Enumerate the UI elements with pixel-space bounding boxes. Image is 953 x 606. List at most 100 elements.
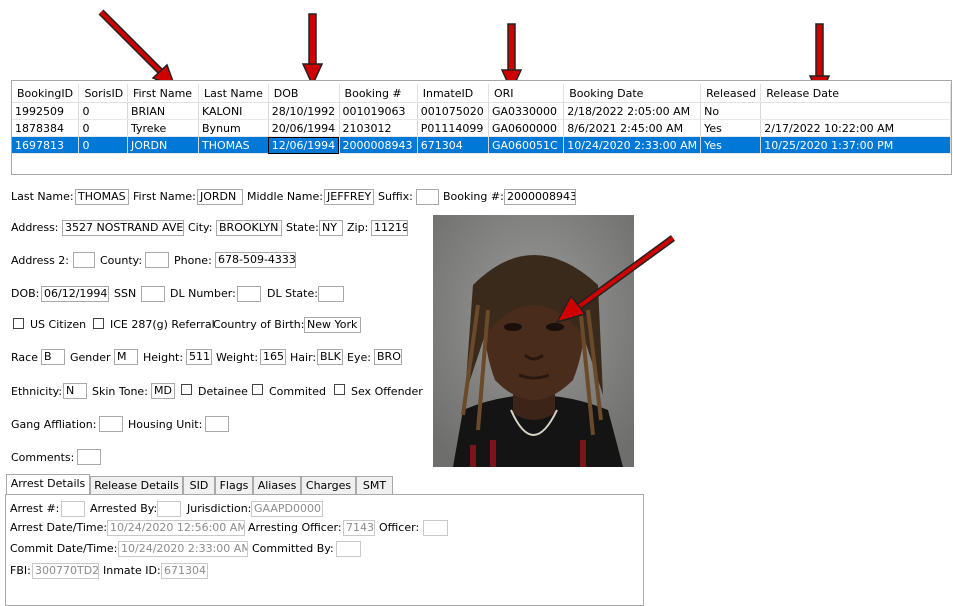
phone-field[interactable]: 678-509-4333	[215, 252, 296, 268]
table-cell[interactable]: GA060051C	[488, 136, 565, 154]
table-cell[interactable]: JORDN	[127, 136, 200, 154]
dl-number-field[interactable]	[237, 286, 261, 302]
table-cell[interactable]: 2103012	[339, 119, 418, 137]
address-field[interactable]: 3527 NOSTRAND AVE	[62, 220, 184, 236]
column-header[interactable]: Last Name	[198, 84, 269, 103]
table-cell[interactable]: 1878384	[12, 119, 80, 137]
commited-checkbox[interactable]	[252, 384, 263, 395]
inmate-id-field[interactable]: 671304	[161, 563, 208, 579]
table-cell[interactable]: 671304	[417, 136, 489, 154]
table-cell[interactable]: No	[700, 102, 762, 120]
table-cell[interactable]: 001019063	[339, 102, 418, 120]
booking-grid[interactable]: BookingID SorisID First Name Last Name DOB Bo…	[11, 80, 952, 175]
city-field[interactable]: BROOKLYN	[216, 220, 282, 236]
table-cell[interactable]: Yes	[700, 119, 762, 137]
table-cell[interactable]: P01114099	[417, 119, 489, 137]
table-cell[interactable]: 28/10/1992	[268, 102, 340, 120]
booking-number-field[interactable]: 2000008943	[504, 189, 576, 205]
tab-release-details[interactable]: Release Details	[90, 476, 183, 494]
table-cell[interactable]: 2/17/2022 10:22:00 AM	[760, 119, 951, 137]
table-cell[interactable]: Bynum	[198, 119, 269, 137]
tab-charges[interactable]: Charges	[301, 476, 356, 494]
ethnicity-field[interactable]: N	[63, 383, 87, 399]
ssn-field[interactable]	[141, 286, 165, 302]
committed-by-field[interactable]	[336, 541, 361, 557]
column-header[interactable]: InmateID	[417, 84, 489, 103]
column-header[interactable]: BookingID	[12, 84, 80, 103]
gang-affiliation-field[interactable]	[99, 416, 123, 432]
table-cell[interactable]: 0	[78, 136, 128, 154]
arrest-datetime-field[interactable]: 10/24/2020 12:56:00 AM	[107, 520, 245, 536]
table-cell[interactable]: GA0330000	[488, 102, 565, 120]
column-header[interactable]: First Name	[127, 84, 200, 103]
sex-offender-checkbox[interactable]	[334, 384, 345, 395]
column-header[interactable]: DOB	[268, 84, 340, 103]
arresting-officer-field[interactable]: 7143	[343, 520, 375, 536]
skin-tone-field[interactable]: MD	[151, 383, 175, 399]
hair-field[interactable]: BLK	[317, 349, 343, 365]
dl-state-field[interactable]	[318, 286, 344, 302]
zip-field[interactable]: 11219	[371, 220, 408, 236]
address2-field[interactable]	[73, 252, 95, 268]
tab-arrest-details[interactable]: Arrest Details	[6, 474, 90, 495]
first-name-field[interactable]: JORDN	[197, 189, 243, 205]
table-cell[interactable]: KALONI	[198, 102, 269, 120]
dob-field[interactable]: 06/12/1994	[41, 286, 109, 302]
table-cell[interactable]: 10/24/2020 2:33:00 AM	[563, 136, 702, 154]
state-field[interactable]: NY	[319, 220, 343, 236]
gender-field[interactable]: M	[114, 349, 138, 365]
tab-smt[interactable]: SMT	[356, 476, 393, 494]
housing-unit-field[interactable]	[205, 416, 229, 432]
country-of-birth-field[interactable]: New York	[304, 317, 361, 333]
comments-field[interactable]	[77, 449, 101, 465]
table-cell[interactable]: 1992509	[12, 102, 80, 120]
column-header[interactable]: Release Date	[760, 84, 951, 103]
table-cell[interactable]	[760, 102, 951, 120]
jurisdiction-field[interactable]: GAAPD0000	[251, 501, 323, 517]
table-row[interactable]: 1697813 0 JORDN THOMAS 12/06/1994 2000008943 6…	[12, 136, 951, 154]
commited-label: Commited	[269, 385, 326, 398]
weight-field[interactable]: 165	[260, 349, 286, 365]
column-header[interactable]: ORI	[488, 84, 565, 103]
height-field[interactable]: 511	[186, 349, 212, 365]
table-cell[interactable]: Tyreke	[127, 119, 200, 137]
column-header[interactable]: Booking Date	[563, 84, 702, 103]
eye-field[interactable]: BRO	[374, 349, 402, 365]
table-cell[interactable]: 2000008943	[339, 136, 418, 154]
table-row[interactable]: 1992509 0 BRIAN KALONI 28/10/1992 001019063 00…	[12, 102, 951, 120]
column-header[interactable]: Booking #	[339, 84, 418, 103]
table-cell[interactable]: 1697813	[12, 136, 80, 154]
tab-aliases[interactable]: Aliases	[253, 476, 301, 494]
table-cell[interactable]: 12/06/1994	[268, 136, 340, 154]
suffix-field[interactable]	[416, 189, 439, 205]
table-cell[interactable]: 0	[78, 119, 128, 137]
commit-datetime-field[interactable]: 10/24/2020 2:33:00 AM	[118, 541, 248, 557]
tab-flags[interactable]: Flags	[215, 476, 253, 494]
address2-label: Address 2:	[11, 254, 70, 267]
table-cell[interactable]: 001075020	[417, 102, 489, 120]
table-cell[interactable]: 2/18/2022 2:05:00 AM	[563, 102, 702, 120]
column-header[interactable]: Released	[700, 84, 762, 103]
table-cell[interactable]: GA0600000	[488, 119, 565, 137]
race-field[interactable]: B	[41, 349, 65, 365]
table-cell[interactable]: BRIAN	[127, 102, 200, 120]
table-row[interactable]: 1878384 0 Tyreke Bynum 20/06/1994 2103012 P011…	[12, 119, 951, 137]
tab-sid[interactable]: SID	[183, 476, 215, 494]
arrest-number-field[interactable]	[61, 501, 85, 517]
detainee-checkbox[interactable]	[181, 384, 192, 395]
us-citizen-checkbox[interactable]	[13, 318, 24, 329]
county-field[interactable]	[145, 252, 169, 268]
middle-name-field[interactable]: JEFFREY	[324, 189, 374, 205]
table-cell[interactable]: 0	[78, 102, 128, 120]
officer-field[interactable]	[423, 520, 448, 536]
arrested-by-field[interactable]	[157, 501, 181, 517]
ice-287g-checkbox[interactable]	[93, 318, 104, 329]
table-cell[interactable]: THOMAS	[198, 136, 269, 154]
table-cell[interactable]: 20/06/1994	[268, 119, 340, 137]
table-cell[interactable]: Yes	[700, 136, 762, 154]
table-cell[interactable]: 8/6/2021 2:45:00 AM	[563, 119, 702, 137]
table-cell[interactable]: 10/25/2020 1:37:00 PM	[760, 136, 951, 154]
column-header[interactable]: SorisID	[78, 84, 128, 103]
fbi-field[interactable]: 300770TD2	[32, 563, 99, 579]
last-name-field[interactable]: THOMAS	[75, 189, 129, 205]
